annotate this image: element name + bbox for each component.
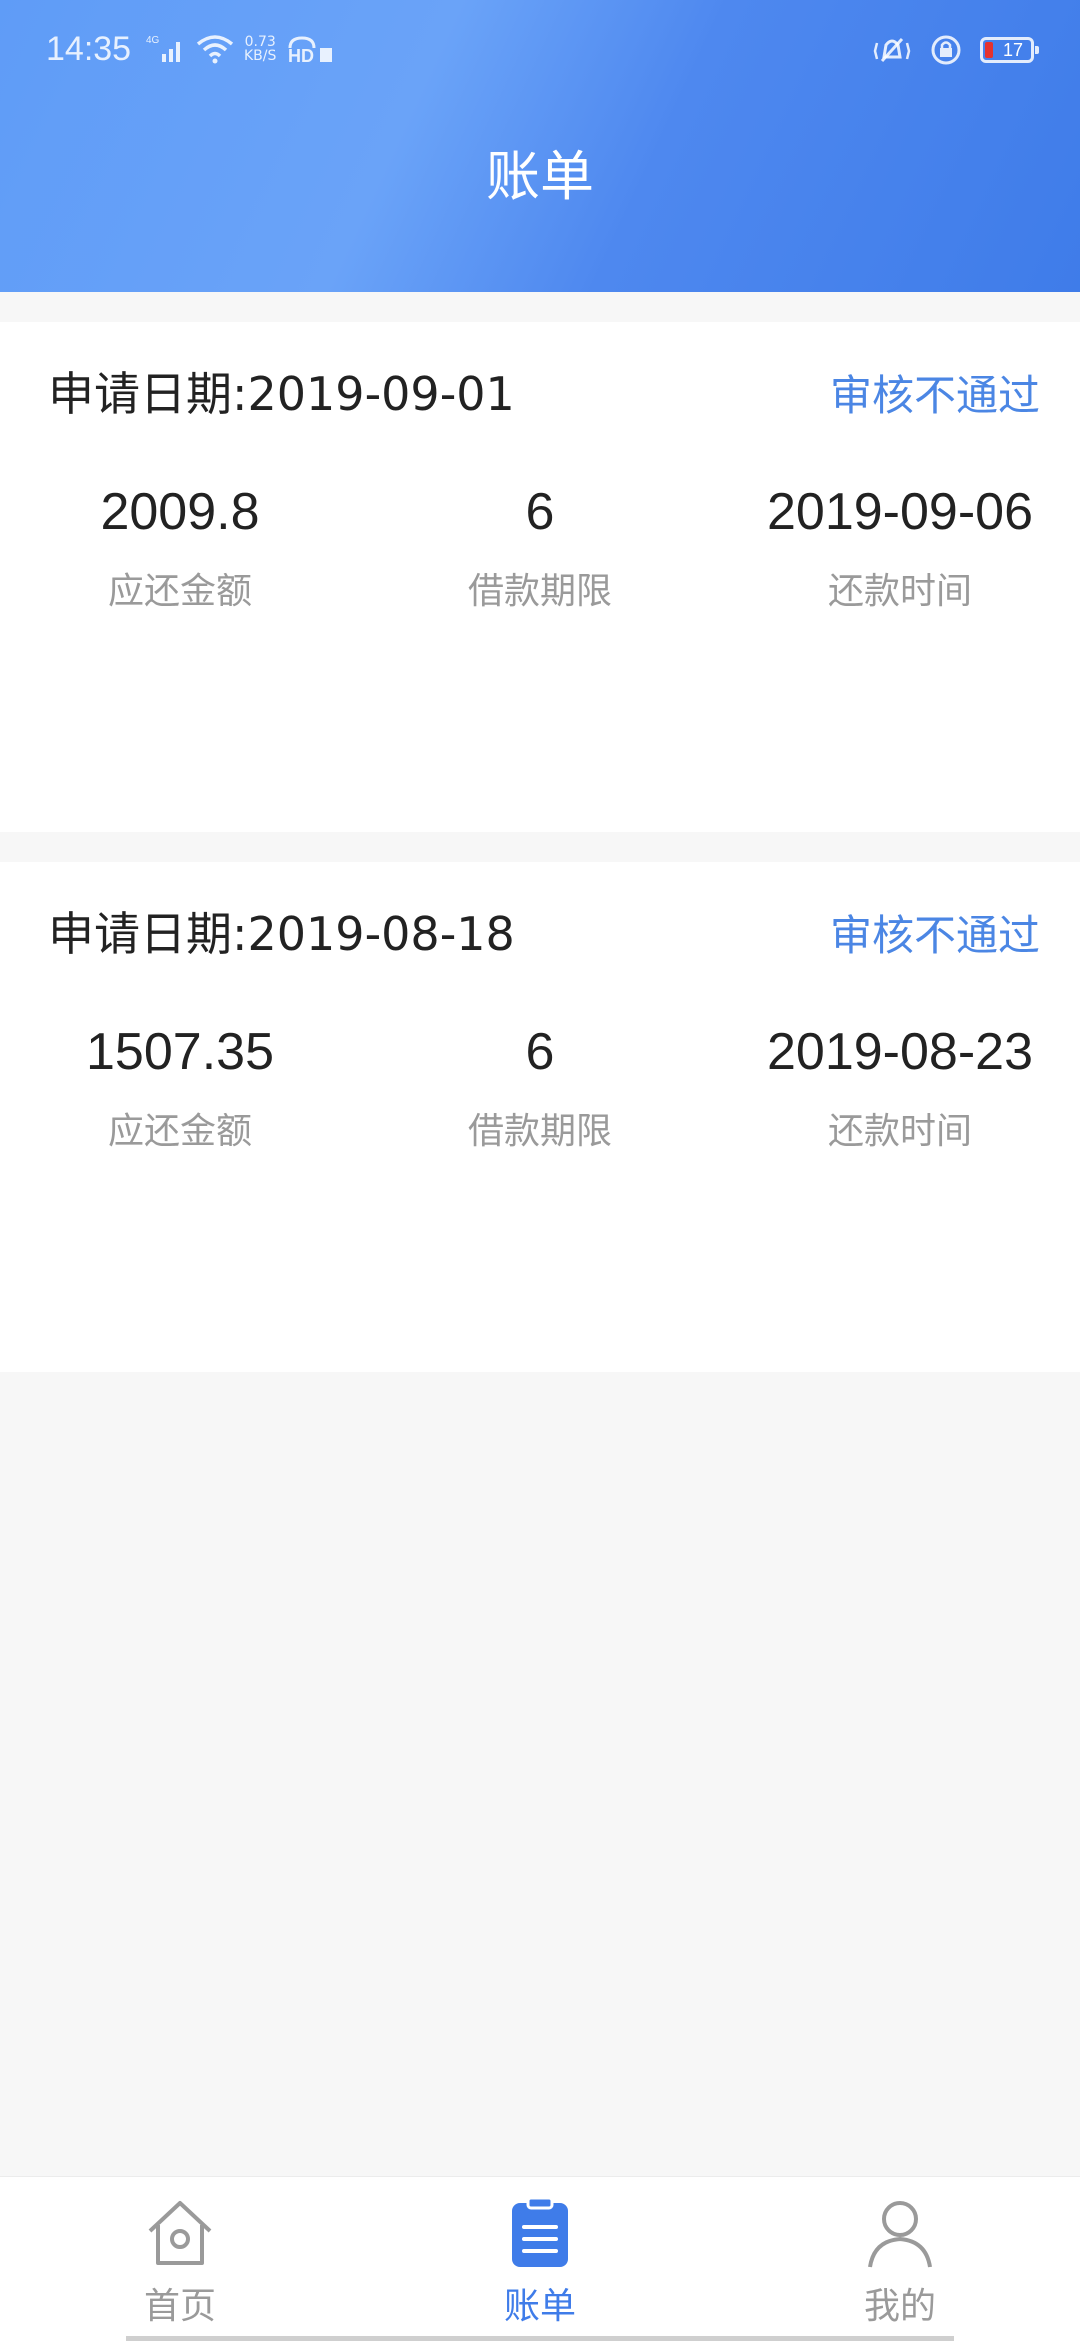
repay-date-label: 还款时间 [827, 1111, 972, 1152]
home-indicator [126, 2336, 954, 2341]
bill-card[interactable]: 申请日期:2019-09-01 审核不通过 2009.8 应还金额 6 借款期限… [0, 322, 1080, 832]
app-header: 14:35 4G 0.73 KB/S HD 17 账单 [0, 0, 1080, 292]
status-icons-left: 4G 0.73 KB/S HD [146, 34, 336, 64]
hd-call-icon: HD [288, 36, 333, 64]
svg-text:4G: 4G [146, 35, 160, 46]
term-label: 借款期限 [467, 571, 612, 612]
term-metric: 6 借款期限 [360, 1022, 720, 1154]
bill-icon [512, 2196, 568, 2267]
repay-date-value: 2019-08-23 [767, 1023, 1033, 1081]
page-title: 账单 [486, 145, 594, 208]
nav-label-mine: 我的 [863, 2286, 936, 2327]
home-icon [148, 2201, 212, 2265]
repay-date-metric: 2019-09-06 还款时间 [720, 482, 1080, 614]
apply-date: 申请日期:2019-08-18 [48, 907, 515, 961]
review-status: 审核不通过 [829, 911, 1040, 960]
amount-value: 1507.35 [86, 1023, 274, 1081]
status-icons-right: 17 [872, 34, 1039, 66]
svg-text:HD: HD [288, 46, 314, 64]
rotation-lock-icon [931, 35, 961, 65]
nav-item-mine[interactable]: 我的 [720, 2195, 1080, 2329]
term-metric: 6 借款期限 [360, 482, 720, 614]
amount-label: 应还金额 [107, 1111, 252, 1152]
repay-date-value: 2019-09-06 [767, 483, 1033, 541]
status-time: 14:35 [46, 30, 132, 68]
network-speed: 0.73 KB/S [244, 34, 277, 64]
battery-icon: 17 [980, 37, 1039, 63]
term-label: 借款期限 [467, 1111, 612, 1152]
amount-metric: 1507.35 应还金额 [0, 1022, 360, 1154]
nav-item-bill[interactable]: 账单 [360, 2195, 720, 2329]
vibrate-icon [873, 37, 911, 63]
repay-date-metric: 2019-08-23 还款时间 [720, 1022, 1080, 1154]
amount-value: 2009.8 [100, 483, 260, 541]
term-value: 6 [525, 1023, 555, 1081]
apply-date: 申请日期:2019-09-01 [48, 367, 515, 421]
term-value: 6 [525, 483, 555, 541]
nav-label-home: 首页 [143, 2286, 216, 2327]
signal-icon: 4G [146, 35, 180, 62]
nav-item-home[interactable]: 首页 [0, 2195, 360, 2329]
amount-label: 应还金额 [107, 571, 252, 612]
bill-card[interactable]: 申请日期:2019-08-18 审核不通过 1507.35 应还金额 6 借款期… [0, 862, 1080, 1372]
nav-label-bill: 账单 [503, 2286, 576, 2327]
repay-date-label: 还款时间 [827, 571, 972, 612]
user-icon [868, 2201, 932, 2268]
review-status: 审核不通过 [829, 371, 1040, 420]
bottom-nav: 首页 账单 我的 [0, 2176, 1080, 2341]
amount-metric: 2009.8 应还金额 [0, 482, 360, 614]
status-bar: 14:35 4G 0.73 KB/S HD 17 [0, 0, 1080, 110]
wifi-icon [196, 35, 234, 64]
